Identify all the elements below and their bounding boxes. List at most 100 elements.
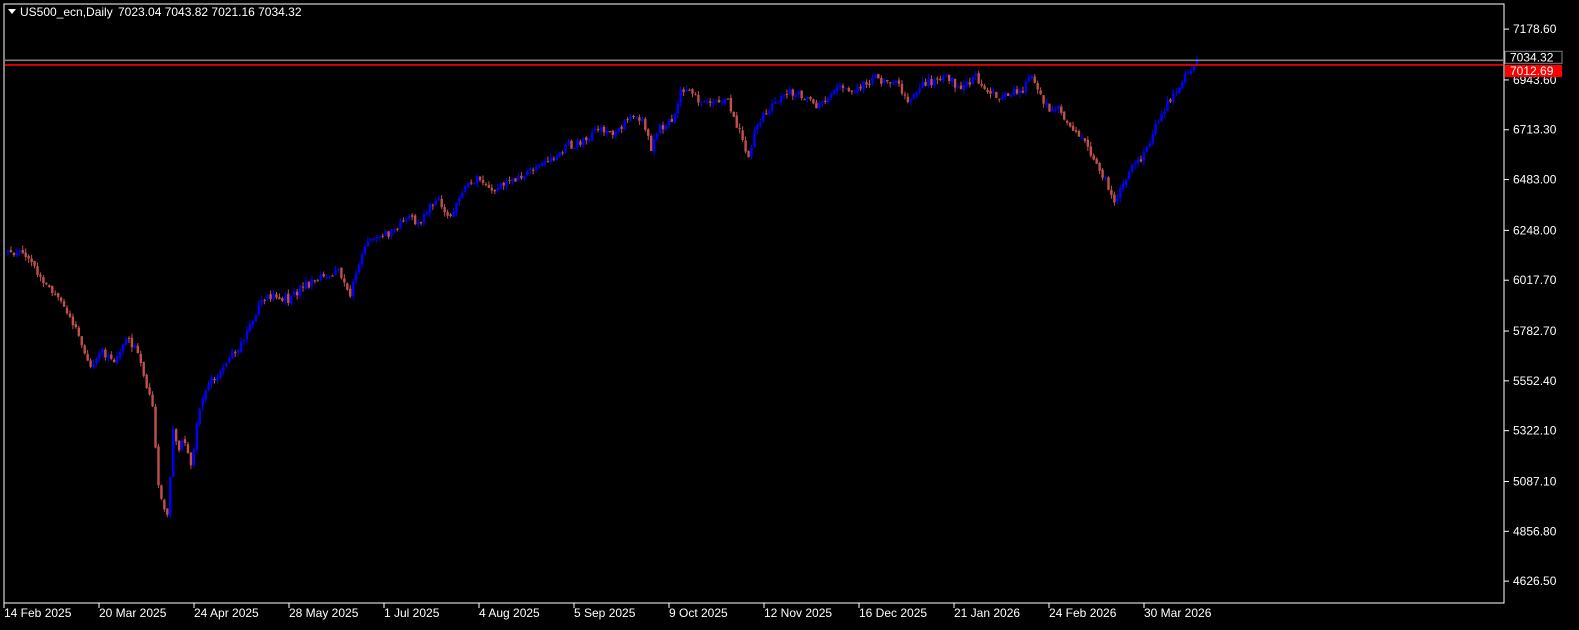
candle-body <box>357 264 361 273</box>
candle-body <box>195 423 199 450</box>
price-chart[interactable]: 7178.606943.606713.306483.006248.006017.… <box>0 0 1579 630</box>
candle-body <box>470 182 473 184</box>
candle-body <box>113 359 116 363</box>
candle-body <box>747 150 750 158</box>
candle-body <box>80 336 83 346</box>
candle-body <box>762 112 765 123</box>
candle-body <box>1157 122 1160 124</box>
candle-body <box>24 252 27 257</box>
candle-body <box>39 274 42 277</box>
candle-body <box>1065 120 1069 123</box>
candle-body <box>529 168 532 171</box>
candle-body <box>806 97 809 99</box>
candle-body <box>700 102 703 104</box>
candle-body <box>676 103 679 115</box>
candle-body <box>148 387 151 395</box>
candle-body <box>484 184 488 186</box>
candle-body <box>523 175 526 179</box>
candle-body <box>667 119 671 126</box>
candle-body <box>1054 109 1057 111</box>
candle <box>623 119 626 130</box>
candle-body <box>62 301 66 307</box>
candle-body <box>319 274 322 281</box>
candle-body <box>906 96 910 103</box>
candle-body <box>658 124 662 134</box>
candle <box>499 182 502 190</box>
candle-body <box>714 101 718 103</box>
candle-body <box>325 276 328 278</box>
candle-body <box>384 230 387 236</box>
candle-body <box>1042 95 1045 104</box>
candle-body <box>89 360 92 367</box>
candle-body <box>71 316 75 326</box>
candle-body <box>909 99 913 102</box>
candle-body <box>77 327 81 336</box>
candle-body <box>1027 78 1031 82</box>
candle-body <box>791 89 794 96</box>
candle-body <box>174 429 178 442</box>
candle-body <box>154 406 157 448</box>
candle-body <box>337 268 340 270</box>
y-tick-label: 6017.70 <box>1513 273 1557 287</box>
candle-body <box>269 294 272 300</box>
candle-body <box>868 83 871 86</box>
candle-body <box>827 97 830 103</box>
candle <box>195 421 199 454</box>
candle-body <box>1060 106 1063 113</box>
candle-body <box>366 241 370 247</box>
candle-body <box>9 250 13 253</box>
candle-body <box>487 185 491 188</box>
candle-body <box>254 315 258 322</box>
candle-body <box>526 170 529 175</box>
candle <box>1048 103 1051 112</box>
x-tick-label: 14 Feb 2025 <box>4 606 72 620</box>
candle-body <box>900 83 904 94</box>
candle-body <box>585 137 588 141</box>
candle-body <box>824 100 827 102</box>
x-tick-label: 20 Mar 2025 <box>99 606 167 620</box>
candle-body <box>30 258 33 263</box>
candle-body <box>1163 112 1166 115</box>
y-tick-label: 5782.70 <box>1513 324 1557 338</box>
candle-body <box>172 429 175 477</box>
candle-body <box>741 130 744 140</box>
candle-body <box>891 82 895 85</box>
candle-body <box>1127 171 1131 180</box>
candle-body <box>110 354 113 359</box>
candle-body <box>691 89 694 94</box>
candle <box>160 484 163 501</box>
candle-body <box>1151 133 1154 144</box>
candle-body <box>461 193 464 199</box>
candle-body <box>729 97 733 112</box>
candle-body <box>531 169 535 171</box>
y-tick-label: 5322.10 <box>1513 424 1557 438</box>
candle-body <box>381 235 384 237</box>
candle-body <box>239 342 243 352</box>
candle-body <box>48 285 51 288</box>
candle <box>995 91 998 99</box>
candle-body <box>422 214 426 223</box>
candle-body <box>1004 92 1007 97</box>
candle-body <box>552 158 556 160</box>
candle-body <box>767 111 771 114</box>
candle-body <box>121 344 125 352</box>
candle-body <box>1030 75 1033 79</box>
candle-body <box>1095 158 1098 164</box>
candle-body <box>788 89 792 95</box>
candle-body <box>738 127 741 130</box>
candle-body <box>965 81 969 86</box>
candle-body <box>927 78 930 87</box>
candle-body <box>349 288 352 297</box>
candle-body <box>51 285 54 293</box>
candle-body <box>1148 143 1151 148</box>
x-tick-label: 9 Oct 2025 <box>669 606 728 620</box>
candle-body <box>912 94 915 99</box>
candle-body <box>98 353 101 359</box>
candle-body <box>104 349 107 358</box>
candle-body <box>225 362 228 367</box>
candle-body <box>1130 165 1134 172</box>
price-badge-label: 7034.32 <box>1510 50 1554 64</box>
candle-body <box>402 220 405 222</box>
candle-body <box>301 286 305 288</box>
candle-body <box>670 119 674 122</box>
